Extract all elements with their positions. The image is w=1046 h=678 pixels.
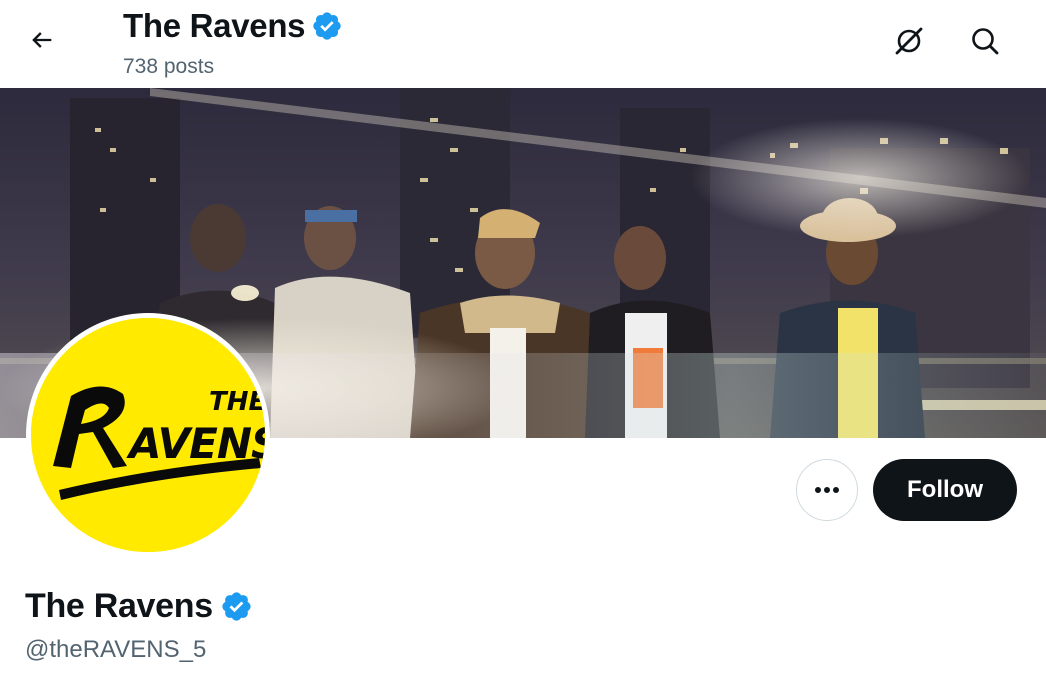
arrow-left-icon — [28, 26, 56, 59]
top-bar: The Ravens 738 posts — [0, 0, 1046, 88]
search-icon — [969, 25, 1001, 62]
header-title-group: The Ravens — [123, 6, 343, 46]
verified-badge-icon[interactable] — [220, 590, 253, 623]
profile-handle: @theRAVENS_5 — [25, 636, 207, 663]
svg-text:THE: THE — [209, 387, 265, 417]
search-button[interactable] — [964, 22, 1006, 64]
grok-button[interactable] — [888, 22, 930, 64]
verified-badge-icon — [311, 10, 343, 42]
more-options-button[interactable] — [796, 459, 858, 521]
header-title: The Ravens — [123, 7, 306, 44]
posts-count: 738 posts — [123, 55, 215, 78]
display-name: The Ravens — [25, 587, 213, 625]
follow-button[interactable]: Follow — [873, 459, 1017, 521]
profile-name-group: The Ravens — [25, 586, 253, 626]
profile-avatar[interactable]: AVENS THE — [26, 313, 270, 557]
back-button[interactable] — [22, 22, 62, 62]
more-dots-icon — [814, 481, 840, 499]
avatar-logo: AVENS THE — [31, 318, 265, 552]
profile-page: The Ravens 738 posts AVEN THE Follow The… — [0, 0, 1046, 678]
svg-text:AVENS: AVENS — [126, 419, 265, 468]
grok-icon — [892, 24, 926, 63]
